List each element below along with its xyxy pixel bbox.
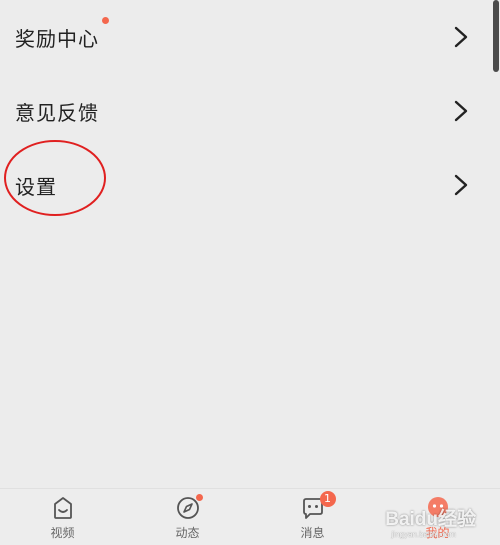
profile-icon: [424, 494, 452, 522]
tab-label: 视频: [50, 526, 75, 540]
profile-screen: 奖励中心 意见反馈 设置 视频 动态 1 消息 我的 Baidu经验 jingy…: [0, 0, 500, 545]
menu-item-settings[interactable]: 设置: [0, 148, 494, 222]
tv-icon: [49, 494, 77, 522]
compass-icon: [174, 494, 203, 522]
tab-label: 消息: [300, 526, 325, 540]
tab-label: 动态: [175, 526, 200, 540]
tab-dynamic[interactable]: 动态: [125, 489, 250, 545]
menu-item-label: 设置: [15, 174, 57, 199]
chevron-right-icon: [454, 100, 468, 122]
bottom-tab-bar: 视频 动态 1 消息 我的: [0, 488, 500, 545]
chevron-right-icon: [454, 174, 468, 196]
menu-item-reward-center[interactable]: 奖励中心: [0, 0, 494, 74]
tab-label: 我的: [425, 526, 450, 540]
settings-menu: 奖励中心 意见反馈 设置: [0, 0, 494, 222]
menu-item-label: 意见反馈: [15, 100, 99, 125]
tab-video[interactable]: 视频: [0, 489, 125, 545]
tab-messages[interactable]: 1 消息: [250, 489, 375, 545]
tab-mine[interactable]: 我的: [375, 489, 500, 545]
unread-count-badge: 1: [319, 491, 336, 507]
menu-item-feedback[interactable]: 意见反馈: [0, 74, 494, 148]
notification-dot: [195, 494, 203, 501]
notification-dot: [102, 17, 109, 24]
chevron-right-icon: [454, 26, 468, 48]
chat-bubble-icon: 1: [299, 491, 336, 522]
menu-item-label: 奖励中心: [15, 26, 99, 51]
